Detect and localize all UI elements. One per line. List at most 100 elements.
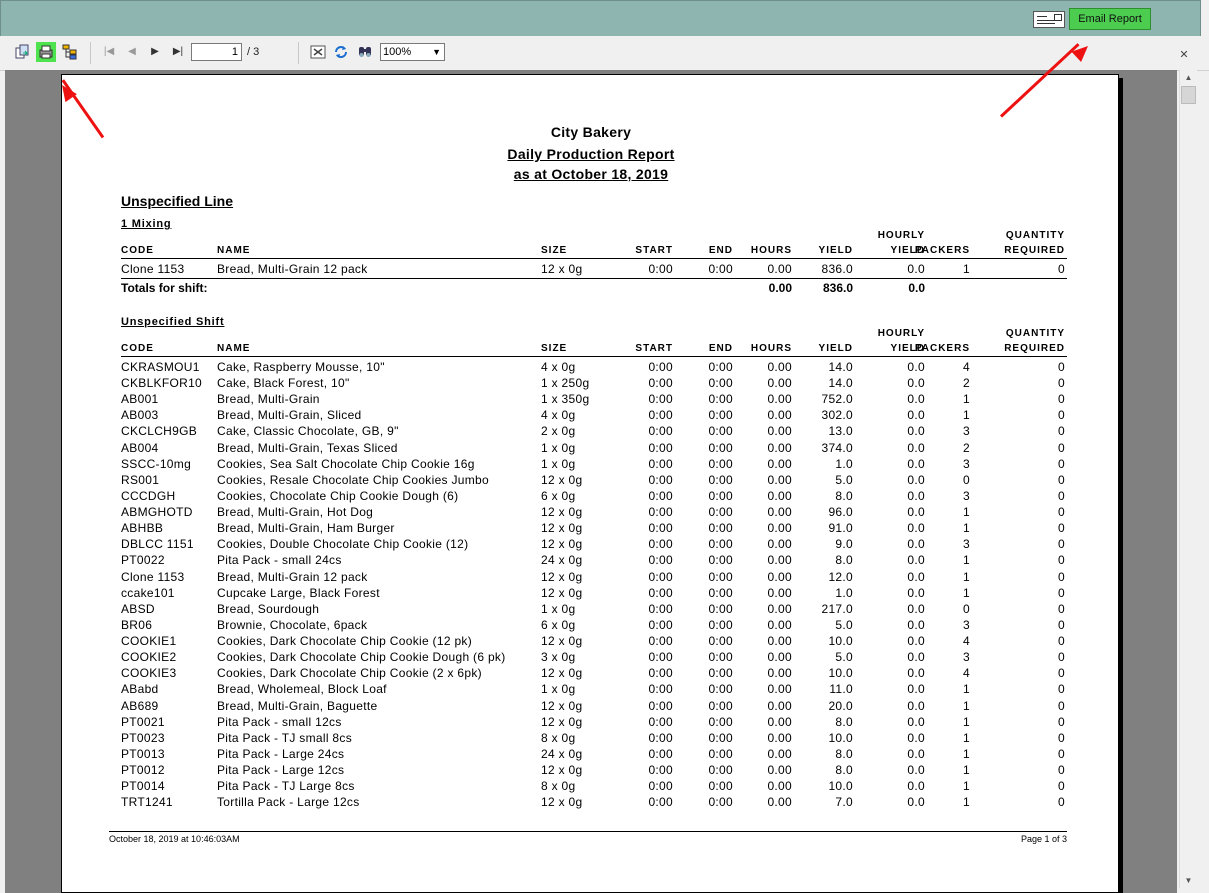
email-report-button[interactable]: Email Report <box>1069 8 1151 30</box>
table-row: COOKIE1 Cookies, Dark Chocolate Chip Cook… <box>62 634 1120 650</box>
column-header-quantity-required: REQUIRED <box>1004 343 1065 354</box>
scroll-up-icon[interactable]: ▲ <box>1180 70 1197 85</box>
section-heading: Unspecified Shift <box>121 316 225 328</box>
cell-start: 0:00 <box>648 505 673 520</box>
cell-yield: 96.0 <box>828 505 853 520</box>
search-icon[interactable] <box>357 44 373 60</box>
cell-packers: 1 <box>963 505 970 520</box>
section-heading: 1 Mixing <box>121 218 172 230</box>
scroll-down-icon[interactable]: ▼ <box>1180 873 1197 888</box>
cell-start: 0:00 <box>648 779 673 794</box>
print-icon[interactable] <box>36 42 56 62</box>
close-icon[interactable]: ✕ <box>1179 50 1189 61</box>
cell-name: Pita Pack - small 12cs <box>217 714 342 729</box>
cell-packers: 3 <box>963 424 970 439</box>
cell-code: ccake101 <box>121 585 175 600</box>
cell-code: BR06 <box>121 617 153 632</box>
column-header-quantity-required: REQUIRED <box>1004 245 1065 256</box>
cell-hours: 0.00 <box>767 714 792 729</box>
cell-end: 0:00 <box>708 262 733 276</box>
cell-name: Cookies, Dark Chocolate Chip Cookie (12 … <box>217 634 473 649</box>
cell-code: Clone 1153 <box>121 569 185 584</box>
cell-code: RS001 <box>121 472 160 487</box>
cell-end: 0:00 <box>708 488 733 503</box>
cell-start: 0:00 <box>648 569 673 584</box>
last-page-icon[interactable]: ▶| <box>170 44 186 60</box>
table-row: AB004 Bread, Multi-Grain, Texas Sliced 1 x… <box>62 441 1120 457</box>
cell-name: Cookies, Resale Chocolate Chip Cookies J… <box>217 472 489 487</box>
cell-name: Bread, Multi-Grain, Baguette <box>217 698 378 713</box>
page-number-input[interactable]: 1 <box>191 43 242 61</box>
cell-name: Cake, Black Forest, 10" <box>217 376 350 391</box>
totals-yield: 836.0 <box>822 281 853 295</box>
envelope-icon <box>1033 11 1065 28</box>
cell-yield: 13.0 <box>828 424 853 439</box>
cell-quantity-required: 0 <box>1058 714 1065 729</box>
cell-yield: 14.0 <box>828 376 853 391</box>
cell-code: ABHBB <box>121 521 164 536</box>
cell-hourly-yield: 0.0 <box>907 601 925 616</box>
cell-hours: 0.00 <box>767 505 792 520</box>
cell-code: PT0022 <box>121 553 165 568</box>
table-row: PT0013 Pita Pack - Large 24cs 24 x 0g 0:00 0… <box>62 747 1120 763</box>
cell-yield: 8.0 <box>835 488 853 503</box>
cell-yield: 9.0 <box>835 537 853 552</box>
refresh-icon[interactable] <box>333 44 349 60</box>
cell-hours: 0.00 <box>767 617 792 632</box>
cell-packers: 2 <box>963 376 970 391</box>
first-page-icon[interactable]: |◀ <box>101 44 117 60</box>
group-tree-icon[interactable] <box>62 44 78 60</box>
cell-hours: 0.00 <box>767 488 792 503</box>
cell-start: 0:00 <box>648 617 673 632</box>
cell-start: 0:00 <box>648 682 673 697</box>
cell-yield: 8.0 <box>835 763 853 777</box>
close-view-icon[interactable] <box>310 44 326 60</box>
cell-quantity-required: 0 <box>1058 650 1065 665</box>
cell-quantity-required: 0 <box>1058 505 1065 520</box>
cell-yield: 91.0 <box>828 521 853 536</box>
report-title: Daily Production Report <box>507 146 675 162</box>
cell-size: 1 x 0g <box>541 456 576 471</box>
cell-name: Cookies, Sea Salt Chocolate Chip Cookie … <box>217 456 475 471</box>
cell-end: 0:00 <box>708 666 733 681</box>
cell-packers: 1 <box>963 585 970 600</box>
cell-name: Tortilla Pack - Large 12cs <box>217 795 360 810</box>
cell-size: 12 x 0g <box>541 714 583 729</box>
cell-size: 12 x 0g <box>541 698 583 713</box>
cell-size: 3 x 0g <box>541 650 576 665</box>
cell-hourly-yield: 0.0 <box>907 537 925 552</box>
cell-hours: 0.00 <box>767 650 792 665</box>
cell-hourly-yield: 0.0 <box>907 682 925 697</box>
zoom-select[interactable]: 100% ▼ <box>380 43 445 61</box>
cell-start: 0:00 <box>648 488 673 503</box>
vertical-scrollbar[interactable]: ▲ ▼ <box>1179 70 1197 888</box>
cell-quantity-required: 0 <box>1058 360 1065 374</box>
cell-code: CKRASMOU1 <box>121 360 200 374</box>
cell-hourly-yield: 0.0 <box>907 746 925 761</box>
cell-packers: 0 <box>963 472 970 487</box>
cell-quantity-required: 0 <box>1058 262 1065 276</box>
table-row: COOKIE2 Cookies, Dark Chocolate Chip Cook… <box>62 650 1120 666</box>
column-header-yield: YIELD <box>818 245 853 256</box>
cell-name: Cookies, Dark Chocolate Chip Cookie (2 x… <box>217 666 482 681</box>
prev-page-icon[interactable]: ◀ <box>124 44 140 60</box>
cell-size: 24 x 0g <box>541 553 583 568</box>
cell-start: 0:00 <box>648 376 673 391</box>
cell-yield: 374.0 <box>821 440 853 455</box>
table-row: PT0023 Pita Pack - TJ small 8cs 8 x 0g 0:00… <box>62 731 1120 747</box>
cell-code: PT0023 <box>121 730 165 745</box>
next-page-icon[interactable]: ▶ <box>147 44 163 60</box>
cell-yield: 752.0 <box>821 392 853 407</box>
cell-start: 0:00 <box>648 424 673 439</box>
cell-size: 2 x 0g <box>541 424 576 439</box>
cell-yield: 5.0 <box>835 472 853 487</box>
export-icon[interactable] <box>14 44 30 60</box>
cell-quantity-required: 0 <box>1058 440 1065 455</box>
cell-quantity-required: 0 <box>1058 682 1065 697</box>
cell-quantity-required: 0 <box>1058 698 1065 713</box>
cell-code: COOKIE2 <box>121 650 177 665</box>
scroll-thumb[interactable] <box>1181 86 1196 104</box>
cell-hours: 0.00 <box>767 392 792 407</box>
cell-end: 0:00 <box>708 360 733 374</box>
cell-size: 6 x 0g <box>541 617 576 632</box>
